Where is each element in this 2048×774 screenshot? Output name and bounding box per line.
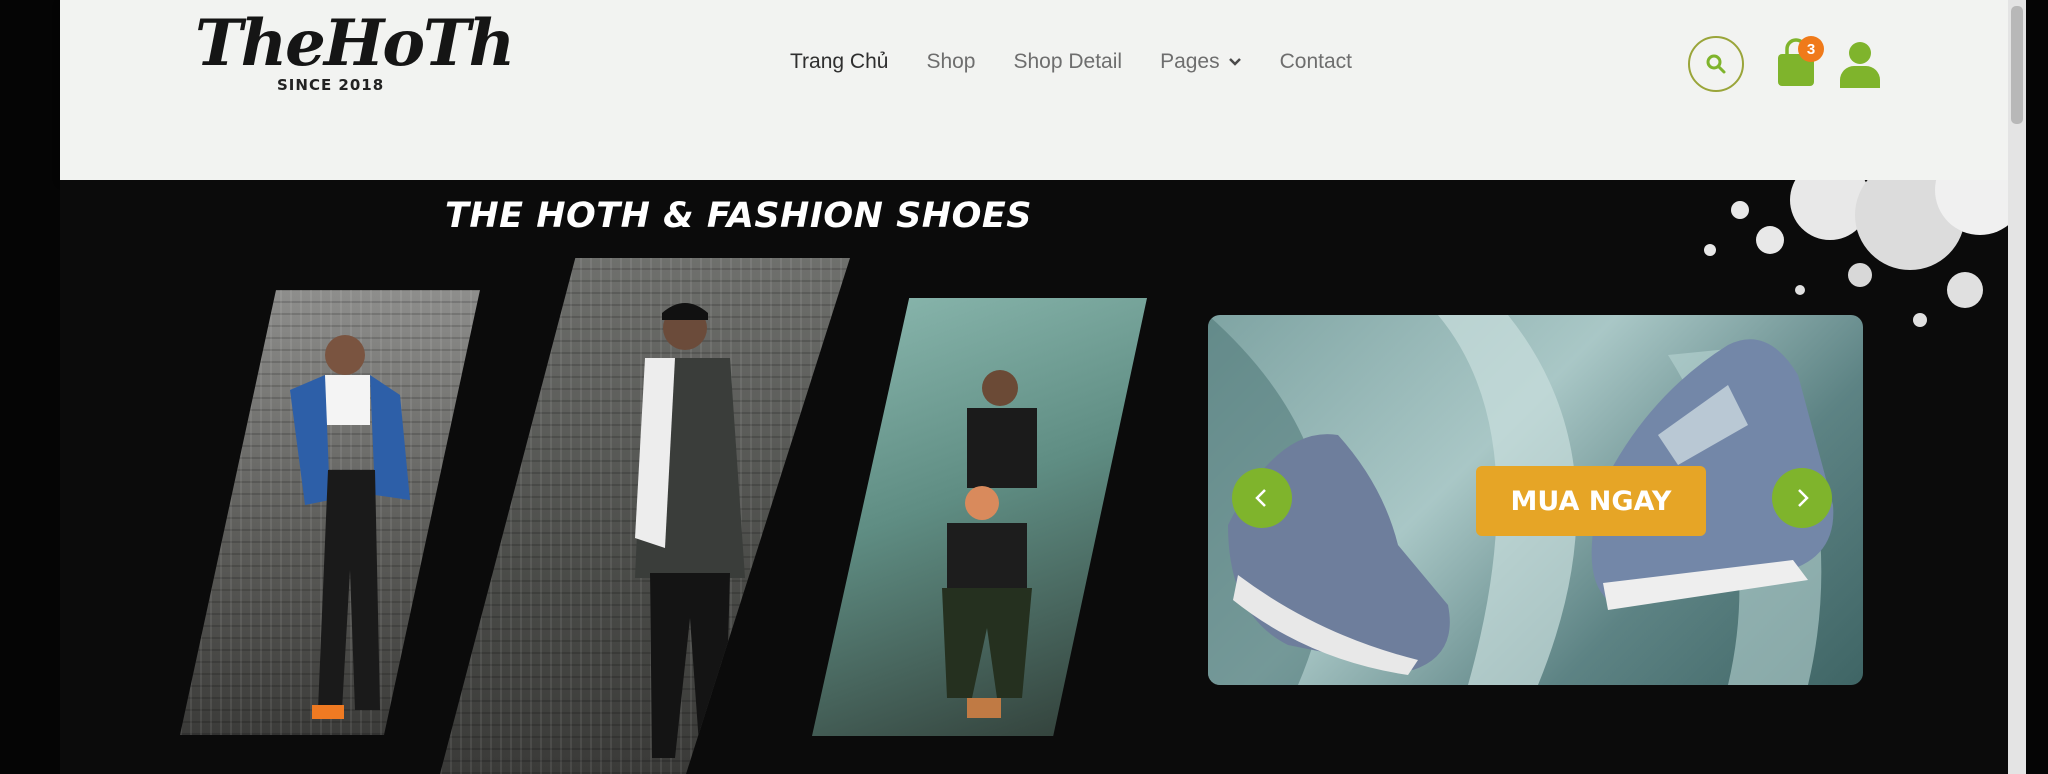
nav-item-home[interactable]: Trang Chủ [790, 50, 888, 74]
search-icon [1706, 54, 1726, 74]
nav-item-label: Shop [926, 50, 976, 73]
model-photo-3 [812, 298, 1147, 736]
nav-item-contact[interactable]: Contact [1280, 50, 1352, 74]
model-photo-2 [440, 258, 850, 774]
carousel-next-button[interactable] [1772, 468, 1832, 528]
main-nav: Trang Chủ Shop Shop Detail Pages Contact [790, 44, 1390, 80]
chevron-right-icon [1798, 489, 1809, 507]
hero-title: THE HOTH & FASHION SHOES [445, 196, 1032, 236]
scrollbar-thumb[interactable] [2011, 6, 2023, 124]
logo-text: TheHoTh [195, 6, 515, 81]
nav-item-pages[interactable]: Pages [1160, 50, 1242, 74]
nav-item-label: Trang Chủ [790, 50, 889, 73]
carousel-prev-button[interactable] [1232, 468, 1292, 528]
chevron-left-icon [1255, 489, 1266, 507]
logo-tagline: SINCE 2018 [277, 76, 385, 94]
model-figure-1 [290, 335, 410, 719]
nav-item-label: Pages [1160, 50, 1220, 73]
nav-item-label: Shop Detail [1013, 50, 1123, 73]
search-button[interactable] [1688, 36, 1744, 92]
cart-count-badge: 3 [1798, 36, 1824, 62]
chevron-down-icon [1228, 58, 1241, 66]
site-logo[interactable]: TheHoTh SINCE 2018 [195, 4, 515, 96]
site-header: TheHoTh SINCE 2018 Trang Chủ Shop Shop D… [60, 0, 2008, 180]
model-figure-3 [942, 370, 1037, 718]
nav-item-shop[interactable]: Shop [926, 50, 975, 74]
nav-item-label: Contact [1279, 50, 1352, 73]
model-photo-1 [180, 290, 480, 735]
buy-now-button[interactable]: MUA NGAY [1476, 466, 1706, 536]
hero-section: THE HOTH & FASHION SHOES MUA NGAY [60, 180, 2008, 774]
page-scrollbar[interactable] [2008, 0, 2026, 774]
model-figure-2 [635, 303, 745, 758]
user-icon[interactable] [1838, 40, 1882, 88]
nav-item-shop-detail[interactable]: Shop Detail [1013, 50, 1122, 74]
